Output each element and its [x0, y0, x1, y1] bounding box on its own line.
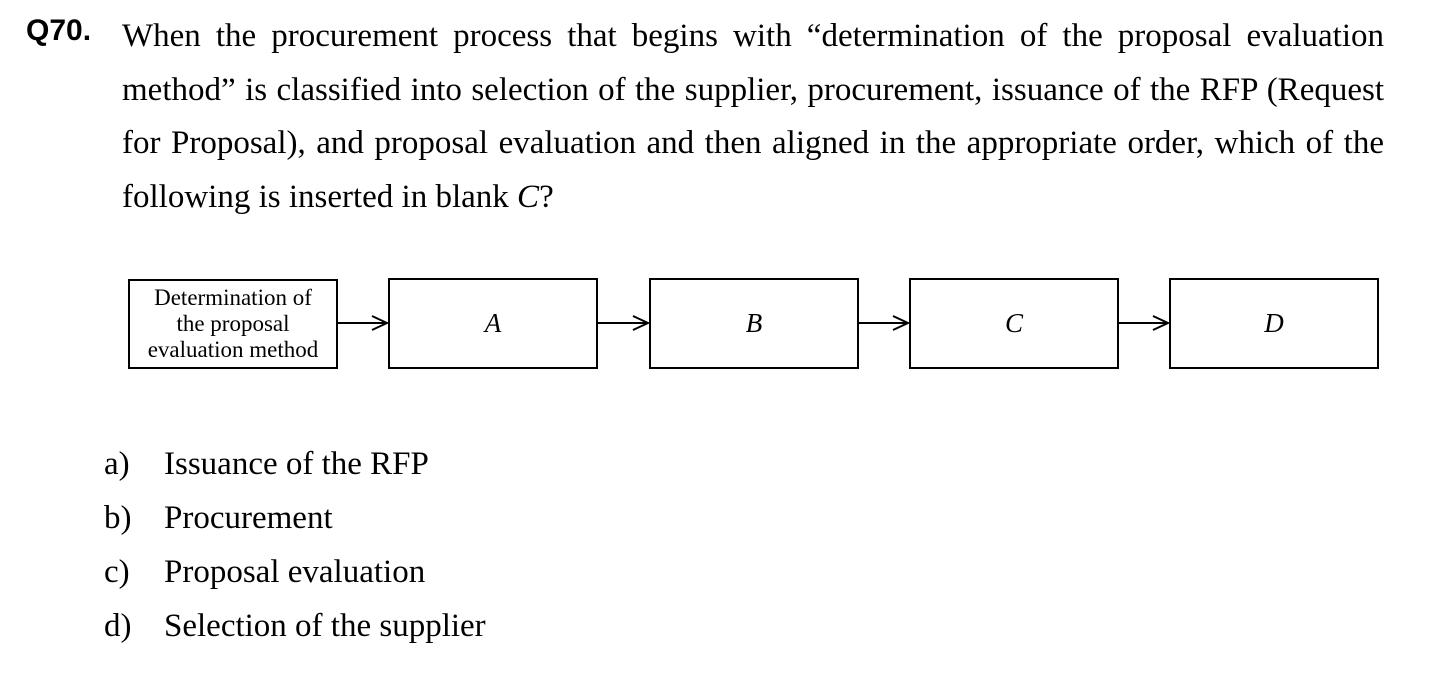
option-b[interactable]: b) Procurement: [104, 491, 486, 545]
arrow-a-to-b: [598, 315, 651, 331]
option-c-letter: c): [104, 554, 130, 590]
answer-options: a) Issuance of the RFP b) Procurement c)…: [104, 437, 486, 653]
start-step-line-3: evaluation method: [147, 337, 319, 362]
option-d-text: Selection of the supplier: [164, 608, 486, 644]
option-d-letter: d): [104, 608, 132, 644]
arrow-start-to-a: [338, 315, 390, 331]
blank-label-d: D: [1264, 308, 1284, 338]
blank-label-a: A: [484, 308, 502, 338]
option-a-text: Issuance of the RFP: [164, 446, 429, 482]
option-b-letter: b): [104, 500, 132, 536]
option-a-letter: a): [104, 446, 130, 482]
question-stem-text: When the procurement process that begins…: [122, 18, 1384, 215]
blank-label-b: B: [745, 308, 763, 338]
start-step-line-2: the proposal: [176, 311, 290, 336]
blank-box-c: C: [909, 278, 1119, 369]
option-a[interactable]: a) Issuance of the RFP: [104, 437, 486, 491]
blank-label-c: C: [1004, 308, 1023, 338]
question-stem-end: ?: [539, 178, 554, 215]
arrow-c-to-d: [1119, 315, 1171, 331]
question-number: Q70.: [26, 14, 92, 47]
question-stem-variable: C: [517, 178, 540, 215]
start-step-box: Determination of the proposal evaluation…: [128, 279, 338, 369]
blank-box-a: A: [388, 278, 598, 369]
blank-box-b: B: [649, 278, 859, 369]
arrow-b-to-c: [859, 315, 911, 331]
option-c[interactable]: c) Proposal evaluation: [104, 545, 486, 599]
start-step-line-1: Determination of: [154, 285, 312, 310]
option-c-text: Proposal evaluation: [164, 554, 426, 590]
blank-box-d: D: [1169, 278, 1379, 369]
question-stem: When the procurement process that begins…: [122, 10, 1384, 224]
option-d[interactable]: d) Selection of the supplier: [104, 599, 486, 653]
option-b-text: Procurement: [164, 500, 333, 536]
